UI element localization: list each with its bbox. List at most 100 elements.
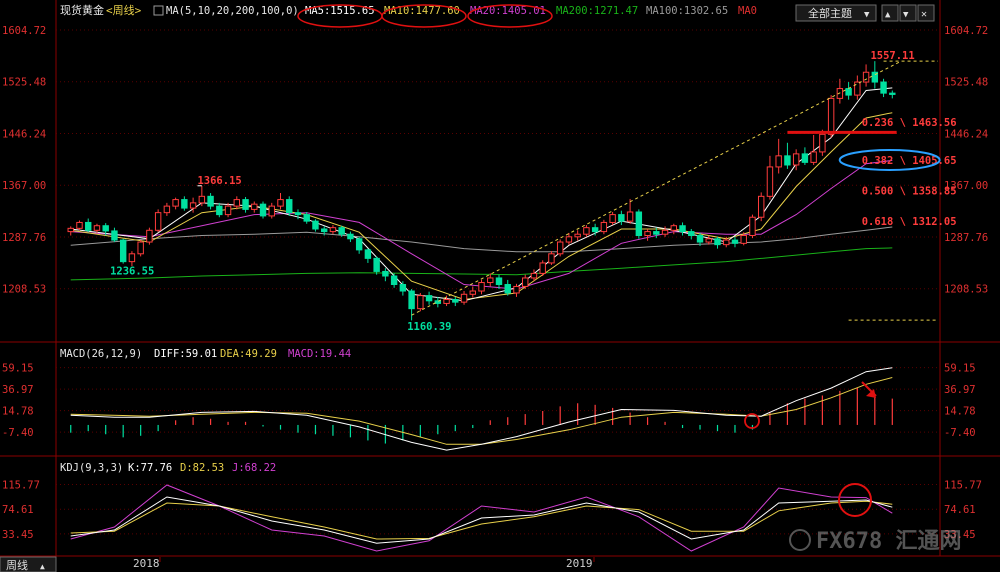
candle-down: [845, 88, 852, 96]
macd-ytick-left: 59.15: [2, 363, 34, 375]
candle-up: [137, 241, 144, 255]
candle-down: [399, 283, 407, 292]
macd-title: MACD(26,12,9): [60, 348, 142, 360]
kdj-k-label: K:77.76: [128, 462, 172, 474]
candle-up: [670, 225, 678, 231]
candle-down: [373, 257, 380, 272]
label-low-2018b: 1160.39: [407, 321, 451, 333]
price-ytick-right: 1287.76: [944, 232, 988, 244]
candle-down: [102, 225, 109, 232]
candle-down: [312, 220, 319, 230]
candle-up: [539, 262, 546, 274]
candle-up: [819, 133, 826, 153]
candle-up: [609, 214, 616, 223]
watermark-text: FX678 汇通网: [816, 529, 961, 554]
candle-up: [154, 212, 162, 231]
candle-up: [460, 293, 468, 303]
ma100-value: MA100:1302.65: [646, 5, 728, 17]
candle-up: [583, 227, 590, 235]
kdj-ytick-right: 74.61: [944, 504, 976, 516]
candle-up: [76, 221, 83, 229]
candle-up: [469, 290, 476, 295]
candle-up: [478, 282, 485, 292]
candle-up: [792, 153, 800, 166]
macd-diff-label: DIFF:59.01: [154, 348, 217, 360]
close-icon: ✕: [921, 9, 927, 20]
ma-params-label: MA(5,10,20,200,100,0): [166, 5, 299, 17]
period-label: <周线>: [106, 3, 142, 17]
candle-up: [93, 225, 101, 231]
candle-down: [355, 238, 363, 251]
kdj-title: KDJ(9,3,3): [60, 462, 123, 474]
candle-down: [294, 212, 302, 216]
candle-up: [565, 236, 573, 243]
macd-macd-label: MACD:19.44: [288, 348, 351, 360]
price-ytick-left: 1604.72: [2, 25, 46, 37]
price-ytick-right: 1446.24: [944, 128, 988, 140]
fib-label: 0.500 \ 1358.85: [862, 186, 957, 198]
candle-down: [119, 239, 127, 263]
candle-up: [189, 202, 197, 209]
candle-up: [128, 253, 136, 263]
candle-down: [390, 275, 398, 285]
candle-down: [618, 214, 625, 222]
candle-up: [600, 221, 608, 233]
candle-down: [216, 205, 223, 216]
candle-up: [522, 277, 529, 287]
fib-label: 0.382 \ 1405.65: [862, 155, 957, 167]
candle-up: [775, 155, 782, 168]
candle-up: [329, 227, 337, 233]
candle-up: [251, 203, 258, 210]
kdj-ytick-left: 33.45: [2, 529, 34, 541]
candle-up: [277, 199, 284, 207]
triangle-up-icon: ▲: [885, 10, 891, 20]
macd-ytick-right: 14.78: [944, 406, 976, 418]
candle-down: [653, 231, 660, 235]
label-low-2018: 1236.55: [110, 265, 154, 277]
candle-up: [723, 239, 730, 246]
candle-down: [635, 211, 643, 237]
kdj-j-label: J:68.22: [232, 462, 276, 474]
candle-down: [303, 214, 310, 222]
candle-up: [224, 205, 232, 216]
candle-down: [181, 199, 188, 209]
candle-up: [757, 195, 765, 218]
candle-down: [425, 295, 433, 302]
candle-down: [889, 92, 896, 95]
ma0-value: MA0: [738, 5, 757, 17]
candle-up: [854, 81, 861, 96]
candle-up: [644, 231, 651, 237]
candle-down: [242, 199, 249, 210]
candle-down: [364, 249, 372, 259]
candle-up: [749, 216, 756, 237]
candle-up: [661, 229, 669, 235]
candle-down: [731, 239, 739, 244]
candle-up: [827, 97, 835, 135]
candle-up: [574, 233, 581, 238]
candle-up: [487, 277, 494, 284]
chevron-down-icon: ▼: [864, 10, 870, 20]
candle-up: [556, 241, 564, 255]
background: [0, 0, 1000, 572]
macd-ytick-right: -7.40: [944, 427, 976, 439]
x-tick-2019: 2019: [566, 557, 593, 570]
candle-up: [172, 199, 179, 207]
candle-up: [810, 151, 817, 163]
candle-down: [382, 270, 389, 277]
candle-up: [146, 229, 153, 243]
price-ytick-left: 1208.53: [2, 284, 46, 296]
candle-up: [530, 272, 538, 279]
candle-up: [417, 295, 424, 310]
candle-up: [766, 166, 774, 197]
candle-down: [679, 225, 686, 233]
macd-ytick-left: 36.97: [2, 384, 34, 396]
candle-up: [67, 227, 74, 233]
fib-label: 0.618 \ 1312.05: [862, 216, 957, 228]
candle-up: [198, 195, 206, 204]
candle-down: [688, 231, 695, 237]
candle-up: [268, 205, 275, 217]
candle-down: [111, 230, 118, 241]
candle-down: [207, 195, 214, 207]
triangle-down-icon: ▼: [903, 10, 909, 20]
theme-select-label: 全部主题: [808, 6, 852, 20]
